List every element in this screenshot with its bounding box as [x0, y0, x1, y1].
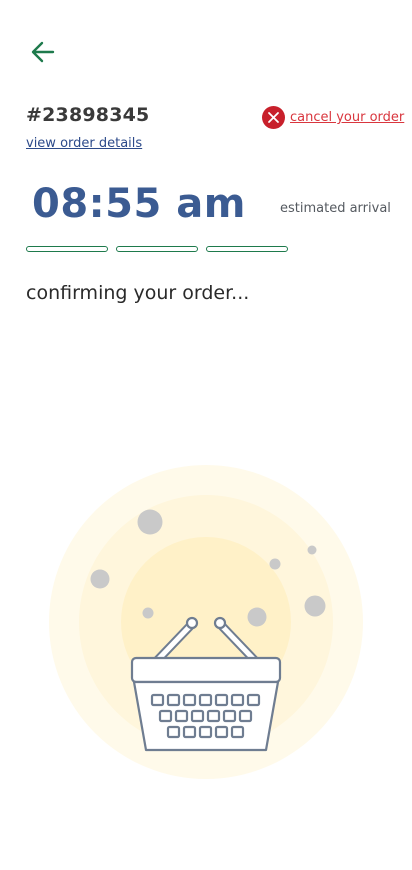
- cancel-order-button[interactable]: cancel your order: [262, 106, 404, 129]
- estimated-arrival-time: 08:55 am: [32, 181, 246, 227]
- back-button[interactable]: [29, 38, 57, 66]
- progress-step-3: [206, 246, 288, 252]
- basket-illustration: [46, 462, 366, 782]
- order-status-message: confirming your order...: [26, 282, 250, 304]
- view-order-details-link[interactable]: view order details: [26, 136, 142, 151]
- cancel-order-label: cancel your order: [290, 110, 405, 125]
- progress-step-2: [116, 246, 198, 252]
- close-circle-icon: [262, 106, 285, 129]
- order-progress: [26, 246, 288, 252]
- arrow-left-icon: [31, 41, 55, 63]
- order-number: #23898345: [26, 104, 150, 126]
- estimated-arrival-label: estimated arrival: [280, 201, 391, 216]
- progress-step-1: [26, 246, 108, 252]
